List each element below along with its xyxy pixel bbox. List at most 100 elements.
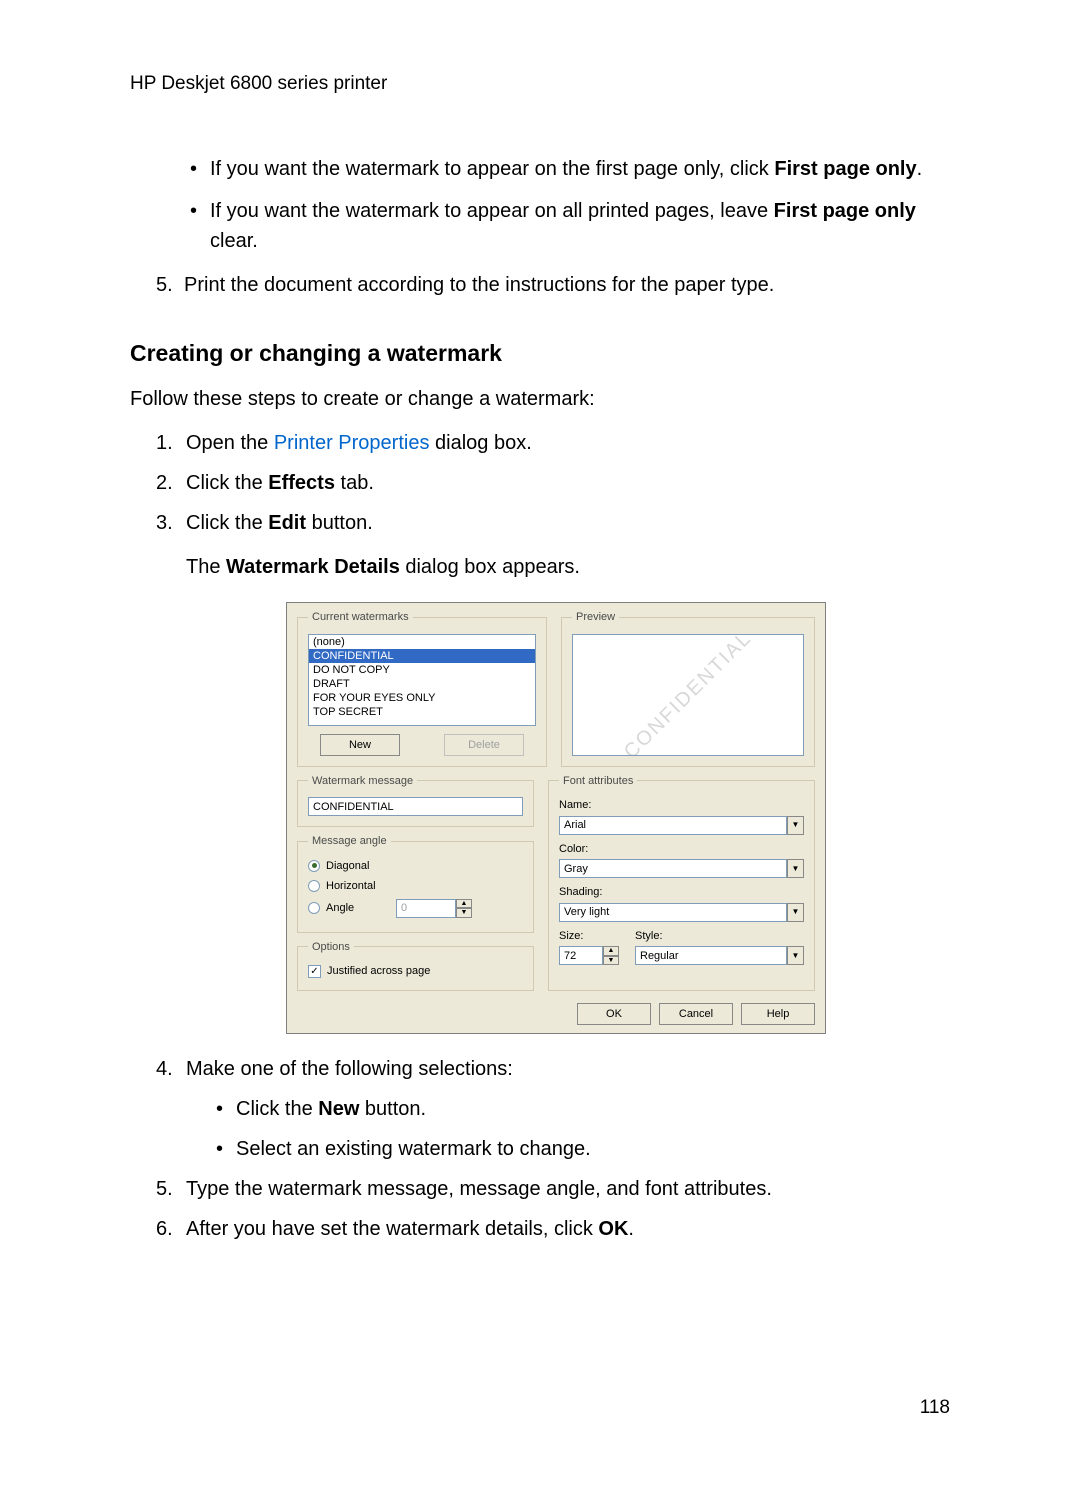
list-item[interactable]: TOP SECRET <box>309 705 535 719</box>
step-4: 4. Make one of the following selections:… <box>156 1054 950 1164</box>
page-header: HP Deskjet 6800 series printer <box>130 70 950 99</box>
radio-icon <box>308 902 320 914</box>
font-style-select[interactable]: ▼ <box>635 946 804 965</box>
justified-checkbox[interactable]: ✓ Justified across page <box>308 963 523 980</box>
radio-label: Angle <box>326 900 390 917</box>
group-label: Preview <box>572 609 619 626</box>
page-number: 118 <box>130 1394 950 1423</box>
step-number: 5. <box>156 1174 173 1204</box>
text: Open the <box>186 432 274 454</box>
top-step-5: 5.Print the document according to the in… <box>156 270 950 300</box>
font-color-input[interactable] <box>559 859 787 878</box>
font-size-spinner[interactable]: ▲ ▼ <box>559 946 627 965</box>
text: Click the <box>236 1098 318 1120</box>
radio-icon <box>308 860 320 872</box>
text: . <box>917 158 923 180</box>
help-button[interactable]: Help <box>741 1003 815 1025</box>
radio-angle[interactable]: Angle ▲ ▼ <box>308 899 523 918</box>
font-color-label: Color: <box>559 841 804 858</box>
watermark-details-dialog: Current watermarks (none) CONFIDENTIAL D… <box>286 602 826 1034</box>
text: button. <box>306 512 373 534</box>
step-number: 1. <box>156 428 173 458</box>
chevron-down-icon[interactable]: ▼ <box>787 903 804 922</box>
watermark-listbox[interactable]: (none) CONFIDENTIAL DO NOT COPY DRAFT FO… <box>308 634 536 726</box>
group-label: Current watermarks <box>308 609 413 626</box>
group-label: Font attributes <box>559 773 637 790</box>
options-group: Options ✓ Justified across page <box>297 939 534 991</box>
bold-text: Edit <box>268 512 306 534</box>
preview-group: Preview CONFIDENTIAL <box>561 609 815 767</box>
text: Click the <box>186 472 268 494</box>
text: The <box>186 556 226 578</box>
list-item[interactable]: CONFIDENTIAL <box>309 649 535 663</box>
checkbox-label: Justified across page <box>327 963 430 980</box>
step-number: 5. <box>156 270 184 300</box>
list-item[interactable]: DO NOT COPY <box>309 663 535 677</box>
list-item[interactable]: DRAFT <box>309 677 535 691</box>
message-angle-group: Message angle Diagonal Horizontal Angle <box>297 833 534 933</box>
angle-input[interactable] <box>396 899 456 918</box>
text: If you want the watermark to appear on t… <box>210 158 774 180</box>
font-size-input[interactable] <box>559 946 603 965</box>
step-2: 2. Click the Effects tab. <box>156 468 950 498</box>
cancel-button[interactable]: Cancel <box>659 1003 733 1025</box>
bold-text: OK <box>598 1218 628 1240</box>
font-name-label: Name: <box>559 797 804 814</box>
step-text: Make one of the following selections: <box>186 1058 513 1080</box>
font-shading-select[interactable]: ▼ <box>559 903 804 922</box>
text: dialog box appears. <box>400 556 580 578</box>
step-3-note: The Watermark Details dialog box appears… <box>186 552 950 582</box>
radio-label: Diagonal <box>326 858 369 875</box>
chevron-down-icon[interactable]: ▼ <box>787 946 804 965</box>
step-4-sub-2: Select an existing watermark to change. <box>216 1134 950 1164</box>
bold-text: First page only <box>774 158 916 180</box>
font-color-select[interactable]: ▼ <box>559 859 804 878</box>
step-6: 6. After you have set the watermark deta… <box>156 1214 950 1244</box>
preview-watermark-text: CONFIDENTIAL <box>617 634 759 756</box>
text: clear. <box>210 230 258 252</box>
spinner-up-icon[interactable]: ▲ <box>603 946 619 956</box>
current-watermarks-group: Current watermarks (none) CONFIDENTIAL D… <box>297 609 547 767</box>
section-heading: Creating or changing a watermark <box>130 336 950 371</box>
group-label: Options <box>308 939 354 956</box>
step-3: 3. Click the Edit button. The Watermark … <box>156 508 950 1034</box>
font-shading-label: Shading: <box>559 884 804 901</box>
text: Click the <box>186 512 268 534</box>
spinner-down-icon[interactable]: ▼ <box>603 956 619 966</box>
angle-spinner[interactable]: ▲ ▼ <box>396 899 472 918</box>
delete-button: Delete <box>444 734 524 756</box>
font-size-label: Size: <box>559 928 627 945</box>
new-button[interactable]: New <box>320 734 400 756</box>
step-text: Type the watermark message, message angl… <box>186 1178 772 1200</box>
chevron-down-icon[interactable]: ▼ <box>787 859 804 878</box>
link-printer-properties[interactable]: Printer Properties <box>274 432 430 454</box>
top-bullet-2: If you want the watermark to appear on a… <box>190 196 950 256</box>
font-name-input[interactable] <box>559 816 787 835</box>
text: button. <box>359 1098 426 1120</box>
text: . <box>628 1218 634 1240</box>
step-text: Print the document according to the inst… <box>184 274 774 296</box>
font-shading-input[interactable] <box>559 903 787 922</box>
spinner-up-icon[interactable]: ▲ <box>456 899 472 909</box>
group-label: Message angle <box>308 833 391 850</box>
bold-text: Watermark Details <box>226 556 400 578</box>
list-item[interactable]: FOR YOUR EYES ONLY <box>309 691 535 705</box>
spinner-down-icon[interactable]: ▼ <box>456 908 472 918</box>
watermark-message-input[interactable] <box>308 797 523 816</box>
list-item[interactable]: (none) <box>309 635 535 649</box>
chevron-down-icon[interactable]: ▼ <box>787 816 804 835</box>
font-style-input[interactable] <box>635 946 787 965</box>
top-bullet-list: If you want the watermark to appear on t… <box>190 154 950 256</box>
watermark-message-group: Watermark message <box>297 773 534 828</box>
preview-area: CONFIDENTIAL <box>572 634 804 756</box>
radio-horizontal[interactable]: Horizontal <box>308 878 523 895</box>
step-5: 5. Type the watermark message, message a… <box>156 1174 950 1204</box>
text: After you have set the watermark details… <box>186 1218 598 1240</box>
step-number: 2. <box>156 468 173 498</box>
ok-button[interactable]: OK <box>577 1003 651 1025</box>
font-name-select[interactable]: ▼ <box>559 816 804 835</box>
top-bullet-1: If you want the watermark to appear on t… <box>190 154 950 184</box>
radio-diagonal[interactable]: Diagonal <box>308 858 523 875</box>
text: tab. <box>335 472 374 494</box>
radio-icon <box>308 880 320 892</box>
